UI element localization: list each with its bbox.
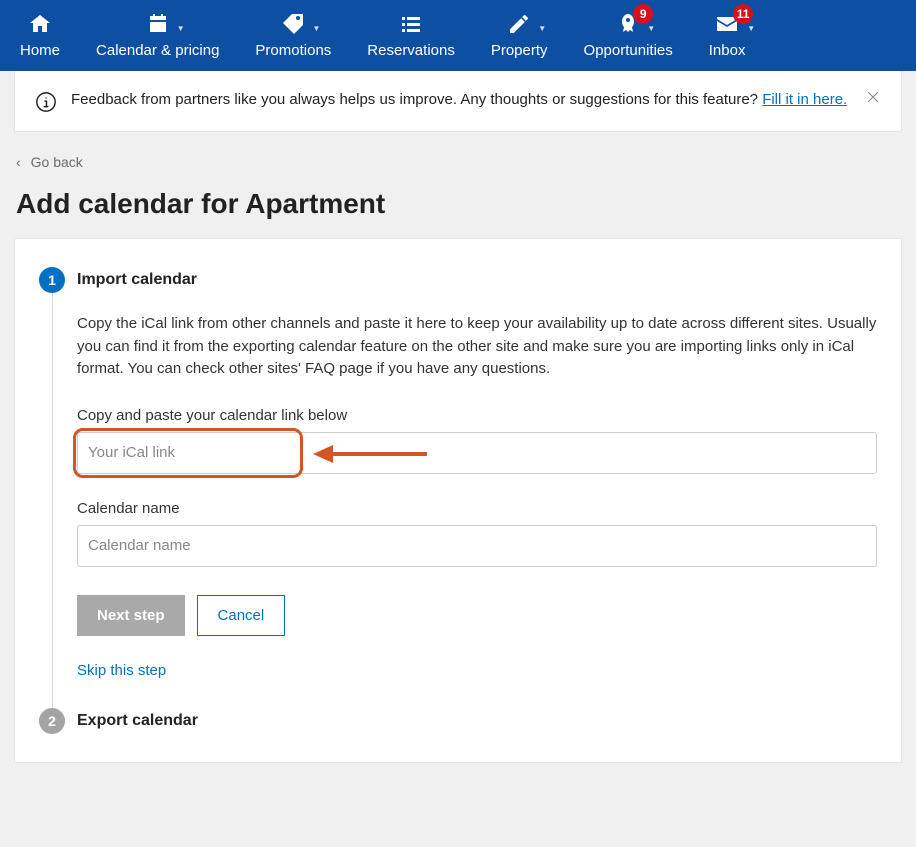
home-icon [27, 12, 53, 36]
opportunities-badge: 9 [633, 4, 653, 24]
calendar-name-label: Calendar name [77, 500, 877, 517]
step-2-number: 2 [39, 708, 65, 734]
inbox-badge: 11 [733, 4, 753, 24]
page-content: Feedback from partners like you always h… [0, 71, 916, 763]
nav-opportunities-label: Opportunities [584, 42, 673, 59]
chevron-down-icon: ▼ [177, 24, 185, 33]
go-back-label: Go back [31, 154, 83, 170]
ical-link-input[interactable] [77, 432, 877, 474]
nav-reservations[interactable]: Reservations [367, 10, 455, 59]
ical-link-label: Copy and paste your calendar link below [77, 407, 877, 424]
page-title: Add calendar for Apartment [0, 170, 916, 238]
feedback-link[interactable]: Fill it in here. [762, 91, 847, 108]
step-1-body: Copy the iCal link from other channels a… [52, 293, 877, 708]
nav-calendar-label: Calendar & pricing [96, 42, 219, 59]
nav-reservations-label: Reservations [367, 42, 455, 59]
nav-promotions-label: Promotions [255, 42, 331, 59]
info-icon [35, 91, 57, 113]
nav-property-label: Property [491, 42, 548, 59]
feedback-text: Feedback from partners like you always h… [71, 89, 851, 110]
list-icon [398, 12, 424, 36]
feedback-banner: Feedback from partners like you always h… [14, 71, 902, 132]
step-1-number: 1 [39, 267, 65, 293]
chevron-down-icon: ▼ [747, 24, 755, 33]
step-1-header: 1 Import calendar [39, 267, 877, 293]
top-nav: Home ▼ Calendar & pricing ▼ Promotions R… [0, 0, 916, 71]
step-1-description: Copy the iCal link from other channels a… [77, 313, 877, 381]
step-1-title: Import calendar [77, 271, 197, 289]
tag-icon [280, 12, 306, 36]
chevron-down-icon: ▼ [647, 24, 655, 33]
go-back[interactable]: ‹ Go back [0, 132, 916, 170]
close-icon[interactable] [865, 89, 881, 105]
skip-step-link[interactable]: Skip this step [77, 662, 166, 679]
feedback-text-body: Feedback from partners like you always h… [71, 91, 762, 108]
wizard-card: 1 Import calendar Copy the iCal link fro… [14, 238, 902, 763]
pencil-icon [506, 12, 532, 36]
step-2-header[interactable]: 2 Export calendar [39, 708, 877, 734]
calendar-name-input[interactable] [77, 525, 877, 567]
nav-promotions[interactable]: ▼ Promotions [255, 10, 331, 59]
chevron-down-icon: ▼ [538, 24, 546, 33]
step-2-title: Export calendar [77, 712, 198, 730]
next-step-button[interactable]: Next step [77, 595, 185, 636]
nav-home-label: Home [20, 42, 60, 59]
nav-property[interactable]: ▼ Property [491, 10, 548, 59]
nav-calendar[interactable]: ▼ Calendar & pricing [96, 10, 219, 59]
nav-opportunities[interactable]: 9 ▼ Opportunities [584, 10, 673, 59]
nav-inbox[interactable]: 11 ▼ Inbox [709, 10, 746, 59]
calendar-icon [145, 12, 171, 36]
nav-home[interactable]: Home [20, 10, 60, 59]
chevron-down-icon: ▼ [312, 24, 320, 33]
nav-inbox-label: Inbox [709, 42, 746, 59]
chevron-left-icon: ‹ [16, 154, 21, 170]
cancel-button[interactable]: Cancel [197, 595, 286, 636]
